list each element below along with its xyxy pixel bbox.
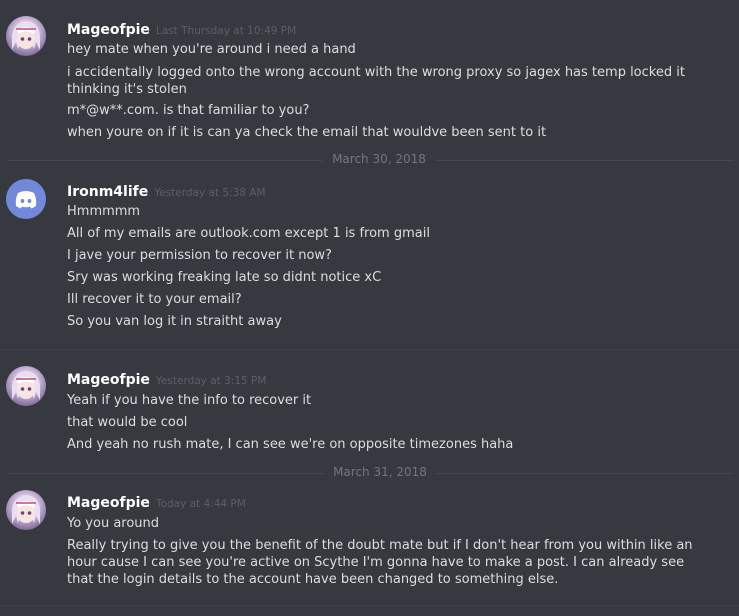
message-text: that would be cool (67, 415, 188, 430)
username[interactable]: Ironm4life (67, 184, 148, 200)
anime-avatar-icon (12, 371, 40, 400)
message-timestamp: Last Thursday at 10:49 PM (155, 25, 297, 37)
username[interactable]: Mageofpie (67, 22, 150, 38)
message-text: Yeah if you have the info to recover it (67, 393, 312, 408)
user-avatar[interactable] (6, 490, 46, 530)
message-timestamp: Yesterday at 3:15 PM (155, 375, 267, 387)
message-timestamp: Yesterday at 5:38 AM (154, 187, 266, 199)
date-divider-line (436, 160, 734, 161)
message-text: All of my emails are outlook.com except … (67, 226, 430, 241)
date-divider: March 30, 2018 (332, 152, 426, 166)
message-text: I jave your permission to recover it now… (67, 248, 332, 263)
date-divider: March 31, 2018 (333, 465, 427, 479)
message-text: Really trying to give you the benefit of… (67, 538, 693, 587)
date-divider-line (8, 473, 324, 474)
username[interactable]: Mageofpie (67, 372, 150, 388)
anime-avatar-icon (12, 495, 40, 524)
message-text: when youre on if it is can ya check the … (67, 125, 547, 140)
message-text: So you van log it in straitht away (67, 314, 282, 329)
date-divider-line (436, 473, 734, 474)
message-text: Sry was working freaking late so didnt n… (67, 270, 382, 285)
date-divider-line (8, 160, 322, 161)
username[interactable]: Mageofpie (67, 495, 150, 511)
user-avatar[interactable] (6, 179, 46, 219)
message-text: i accidentally logged onto the wrong acc… (67, 65, 685, 97)
anime-avatar-icon (12, 21, 40, 50)
discord-logo-icon (15, 191, 37, 209)
message-group-separator (0, 349, 739, 350)
message-text: Yo you around (67, 516, 160, 531)
user-avatar[interactable] (6, 366, 46, 406)
message-text: Hmmmmm (67, 204, 141, 219)
user-avatar[interactable] (6, 16, 46, 56)
message-group-separator (0, 605, 739, 606)
message-text: m*@w**.com. is that familiar to you? (67, 103, 310, 118)
message-text: Ill recover it to your email? (67, 292, 242, 307)
message-text: hey mate when you're around i need a han… (67, 42, 356, 57)
message-timestamp: Today at 4:44 PM (155, 498, 246, 510)
message-text: And yeah no rush mate, I can see we're o… (67, 437, 514, 452)
